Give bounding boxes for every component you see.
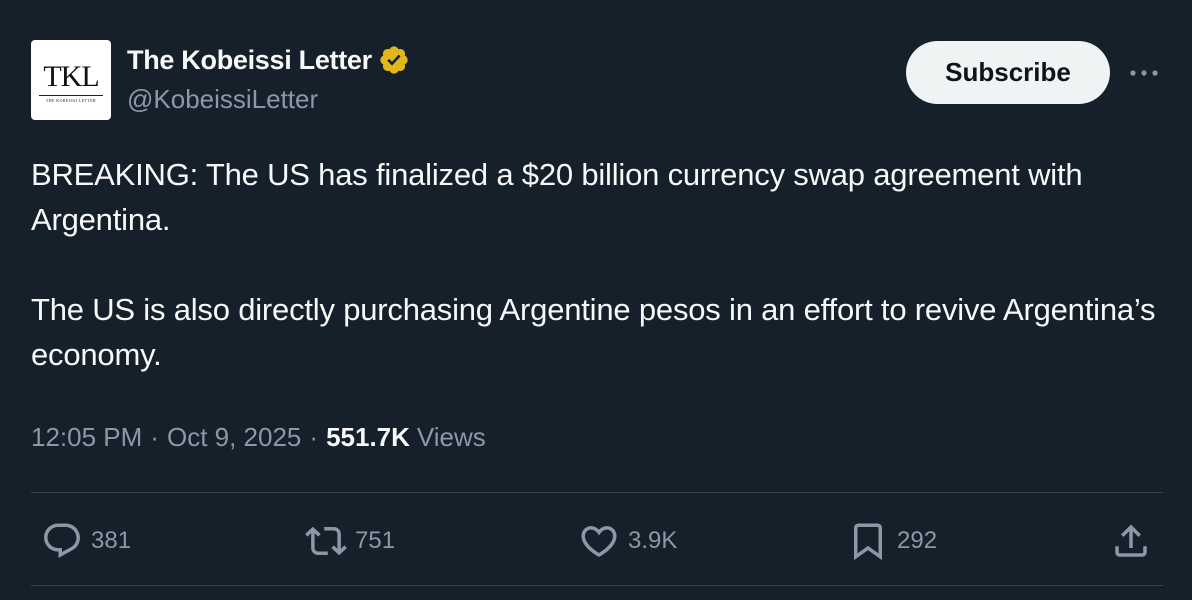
avatar-logo-subtitle: THE KOBEISSI LETTER — [45, 97, 97, 103]
tweet-text: BREAKING: The US has finalized a $20 bil… — [31, 152, 1161, 377]
tweet-meta: 12:05 PM · Oct 9, 2025 · 551.7K Views — [31, 422, 486, 453]
bookmark-button[interactable]: 292 — [847, 516, 937, 566]
share-button[interactable] — [1110, 516, 1152, 566]
reply-icon — [44, 523, 80, 558]
display-name[interactable]: The Kobeissi Letter — [127, 45, 372, 76]
reply-count: 381 — [91, 527, 132, 554]
author-name-row: The Kobeissi Letter — [127, 44, 410, 76]
share-icon — [1115, 524, 1147, 557]
tweet-paragraph: BREAKING: The US has finalized a $20 bil… — [31, 157, 1083, 237]
tweet-date[interactable]: Oct 9, 2025 — [167, 422, 301, 453]
divider — [31, 492, 1163, 493]
tweet-time[interactable]: 12:05 PM — [31, 422, 142, 453]
avatar-logo-rule — [39, 94, 103, 96]
author-handle[interactable]: @KobeissiLetter — [127, 84, 318, 115]
views-count[interactable]: 551.7K — [326, 422, 410, 453]
tweet-paragraph: The US is also directly purchasing Argen… — [31, 292, 1156, 372]
retweet-button[interactable]: 751 — [305, 516, 395, 566]
action-bar: 381 751 3.9K 292 — [0, 516, 1192, 566]
like-button[interactable]: 3.9K — [578, 516, 677, 566]
retweet-icon — [305, 526, 347, 556]
meta-separator: · — [309, 422, 319, 452]
tweet: TKL THE KOBEISSI LETTER The Kobeissi Let… — [0, 0, 1192, 600]
avatar[interactable]: TKL THE KOBEISSI LETTER — [31, 40, 111, 120]
reply-button[interactable]: 381 — [41, 516, 131, 566]
bookmark-count: 292 — [897, 527, 938, 554]
like-count: 3.9K — [628, 527, 678, 554]
verified-badge-icon[interactable] — [378, 44, 410, 76]
more-horizontal-icon[interactable] — [1124, 56, 1164, 90]
divider — [31, 585, 1163, 586]
views-label: Views — [416, 422, 486, 452]
subscribe-button[interactable]: Subscribe — [906, 41, 1110, 104]
retweet-count: 751 — [355, 527, 396, 554]
bookmark-icon — [854, 523, 882, 561]
like-icon — [581, 526, 617, 558]
avatar-logo: TKL — [43, 59, 99, 93]
meta-separator: · — [150, 422, 159, 452]
